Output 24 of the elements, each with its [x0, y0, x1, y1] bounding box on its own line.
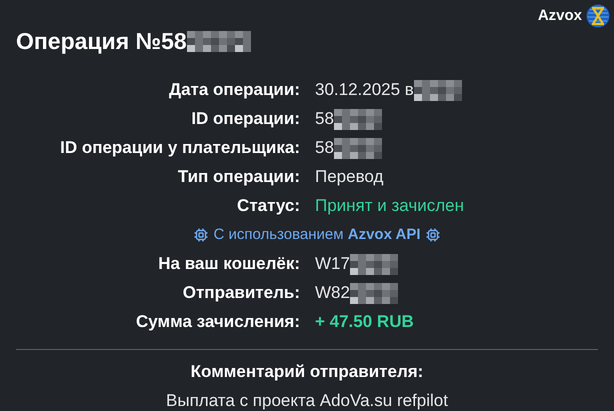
field-value: W82	[315, 282, 350, 304]
brand-name: Azvox	[538, 6, 582, 26]
field-value: W17	[315, 253, 350, 276]
field-label: Статус:	[236, 195, 300, 218]
chip-icon	[426, 228, 440, 242]
field-label: Тип операции:	[176, 166, 300, 188]
chip-icon	[194, 228, 208, 242]
field-value: + 47.50 RUB	[315, 311, 414, 334]
field-value: 58	[315, 108, 334, 130]
field-value: Перевод	[315, 166, 384, 188]
comment-text: Выплата с проекта AdoVa.su refpilot	[166, 390, 448, 411]
field-label: ID операции:	[190, 108, 300, 130]
api-note: С использованием Azvox API	[213, 224, 421, 245]
field-label: На ваш кошелёк:	[157, 253, 300, 276]
field-value: 58	[315, 137, 334, 160]
page-title: Операция №58	[16, 27, 187, 56]
field-label: Дата операции:	[168, 79, 300, 102]
field-value: 30.12.2025 в	[315, 79, 414, 102]
comment-heading: Комментарий отправителя:	[190, 360, 424, 382]
logo-icon	[586, 4, 610, 28]
field-label: ID операции у плательщика:	[59, 137, 300, 160]
field-value: Принят и зачислен	[315, 195, 464, 218]
field-label: Сумма зачисления:	[135, 311, 300, 334]
field-label: Отправитель:	[182, 282, 300, 304]
